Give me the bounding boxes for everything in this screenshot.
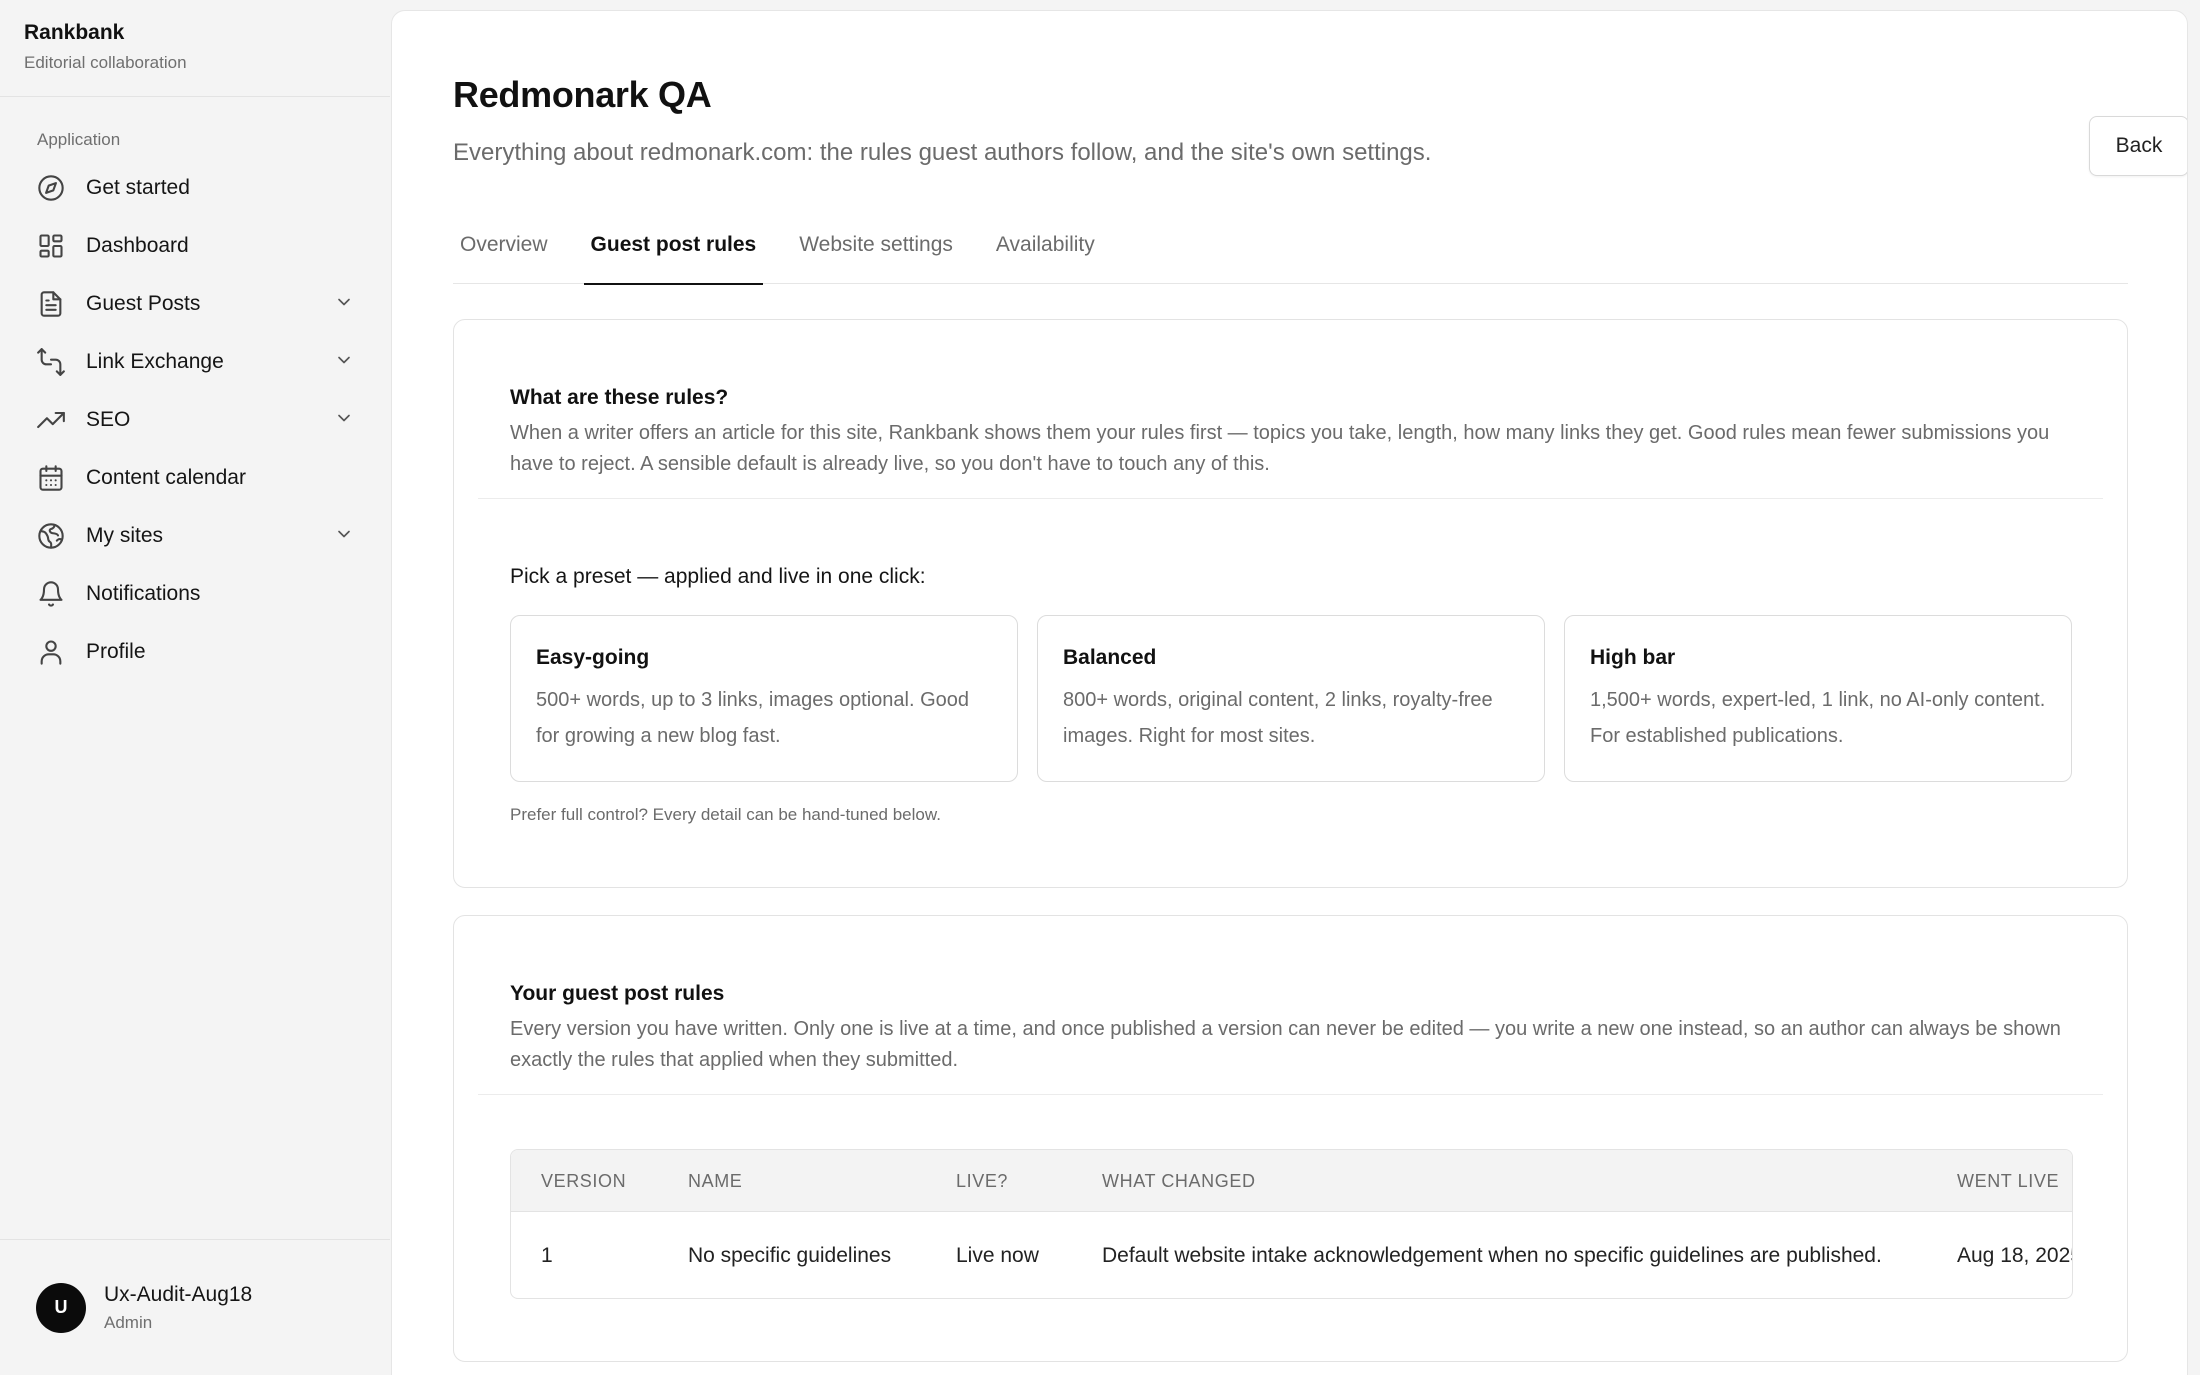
sidebar-item-seo[interactable]: SEO <box>0 391 390 449</box>
customize-hint: Prefer full control? Every detail can be… <box>510 805 941 824</box>
preset-easy-going[interactable]: Easy-going 500+ words, up to 3 links, im… <box>510 615 1018 782</box>
user-name: Ux-Audit-Aug18 <box>104 1282 253 1306</box>
versions-card: Your guest post rules Every version you … <box>453 915 2128 1362</box>
avatar: U <box>36 1282 86 1333</box>
sidebar-item-label: Dashboard <box>86 234 189 257</box>
table-row[interactable]: 1 No specific guidelines Live now Defaul… <box>511 1212 2073 1298</box>
rules-info-description: When a writer offers an article for this… <box>510 422 2050 475</box>
chevron-down-icon[interactable] <box>334 292 354 317</box>
cell-name: No specific guidelines <box>688 1243 892 1267</box>
trending-up-icon <box>36 405 66 435</box>
table-header: Version Name Live? What changed Went liv… <box>511 1150 2072 1212</box>
user-meta: Ux-Audit-Aug18 Admin <box>104 1282 252 1334</box>
brand-subtitle: Editorial collaboration <box>24 53 187 72</box>
sidebar-item-content-calendar[interactable]: Content calendar <box>0 449 390 507</box>
tab-website-settings[interactable]: Website settings <box>792 206 960 284</box>
sidebar-item-notifications[interactable]: Notifications <box>0 565 390 623</box>
sidebar-item-my-sites[interactable]: My sites <box>0 507 390 565</box>
tab-availability[interactable]: Availability <box>989 206 1102 284</box>
cell-live-status: Live now <box>956 1243 1039 1267</box>
chevron-down-icon[interactable] <box>334 408 354 433</box>
preset-intro: Pick a preset — applied and live in one … <box>510 565 926 588</box>
preset-description: 1,500+ words, expert-led, 1 link, no AI-… <box>1590 689 2046 747</box>
sidebar: Rankbank Editorial collaboration Applica… <box>0 0 390 1375</box>
page-subtitle: Everything about redmonark.com: the rule… <box>453 139 1432 166</box>
rules-info-title: What are these rules? <box>510 386 729 409</box>
versions-description: Every version you have written. Only one… <box>510 1018 2061 1071</box>
rules-info-card: What are these rules? When a writer offe… <box>453 319 2128 888</box>
column-header-version: Version <box>541 1170 627 1191</box>
brand-name: Rankbank <box>24 21 125 44</box>
sidebar-item-get-started[interactable]: Get started <box>0 159 390 217</box>
column-header-live: Live? <box>956 1170 1009 1191</box>
sidebar-item-label: SEO <box>86 408 131 431</box>
compass-icon <box>36 173 66 203</box>
preset-name: Easy-going <box>536 646 650 669</box>
column-header-name: Name <box>688 1170 743 1191</box>
sidebar-item-link-exchange[interactable]: Link Exchange <box>0 333 390 391</box>
brand: Rankbank Editorial collaboration <box>0 0 390 97</box>
tab-overview[interactable]: Overview <box>453 206 555 284</box>
bell-icon <box>36 579 66 609</box>
user-role: Admin <box>104 1312 153 1332</box>
sidebar-item-label: Content calendar <box>86 466 246 489</box>
preset-list: Easy-going 500+ words, up to 3 links, im… <box>510 615 2072 782</box>
chevron-down-icon[interactable] <box>334 524 354 549</box>
preset-name: High bar <box>1590 646 1676 669</box>
back-button[interactable]: Back <box>2089 116 2187 176</box>
cell-went-live: Aug 18, 2025 <box>1957 1243 2073 1267</box>
calendar-icon <box>36 463 66 493</box>
sidebar-item-label: Notifications <box>86 582 201 605</box>
sidebar-item-label: Link Exchange <box>86 350 224 373</box>
versions-title: Your guest post rules <box>510 982 725 1005</box>
main-panel: Redmonark QA Everything about redmonark.… <box>391 10 2188 1375</box>
sidebar-item-dashboard[interactable]: Dashboard <box>0 217 390 275</box>
sidebar-item-profile[interactable]: Profile <box>0 623 390 681</box>
document-icon <box>36 289 66 319</box>
chevron-down-icon[interactable] <box>334 350 354 375</box>
sidebar-item-label: Get started <box>86 176 190 199</box>
sidebar-item-guest-posts[interactable]: Guest Posts <box>0 275 390 333</box>
dashboard-icon <box>36 231 66 261</box>
preset-high-bar[interactable]: High bar 1,500+ words, expert-led, 1 lin… <box>1564 615 2072 782</box>
user-account[interactable]: U Ux-Audit-Aug18 Admin <box>0 1239 390 1375</box>
preset-name: Balanced <box>1063 646 1157 669</box>
sidebar-section-label: Application <box>37 130 121 149</box>
divider <box>478 1094 2103 1095</box>
cell-what-changed: Default website intake acknowledgement w… <box>1102 1243 1882 1267</box>
globe-icon <box>36 521 66 551</box>
sidebar-item-label: Guest Posts <box>86 292 201 315</box>
sidebar-nav: Get started Dashboard Guest Posts Link E… <box>0 159 390 681</box>
sidebar-item-label: My sites <box>86 524 164 547</box>
tab-bar: Overview Guest post rules Website settin… <box>453 206 2128 285</box>
preset-description: 800+ words, original content, 2 links, r… <box>1063 689 1493 747</box>
preset-description: 500+ words, up to 3 links, images option… <box>536 689 970 747</box>
user-icon <box>36 637 66 667</box>
preset-balanced[interactable]: Balanced 800+ words, original content, 2… <box>1037 615 1545 782</box>
column-header-what-changed: What changed <box>1102 1170 1256 1191</box>
column-header-went-live: Went live <box>1957 1170 2060 1191</box>
divider <box>478 498 2103 499</box>
sidebar-item-label: Profile <box>86 640 146 663</box>
exchange-icon <box>36 347 66 377</box>
tab-guest-post-rules[interactable]: Guest post rules <box>583 206 764 285</box>
page-title: Redmonark QA <box>453 74 712 115</box>
cell-version: 1 <box>541 1243 553 1267</box>
versions-table: Version Name Live? What changed Went liv… <box>510 1149 2073 1299</box>
